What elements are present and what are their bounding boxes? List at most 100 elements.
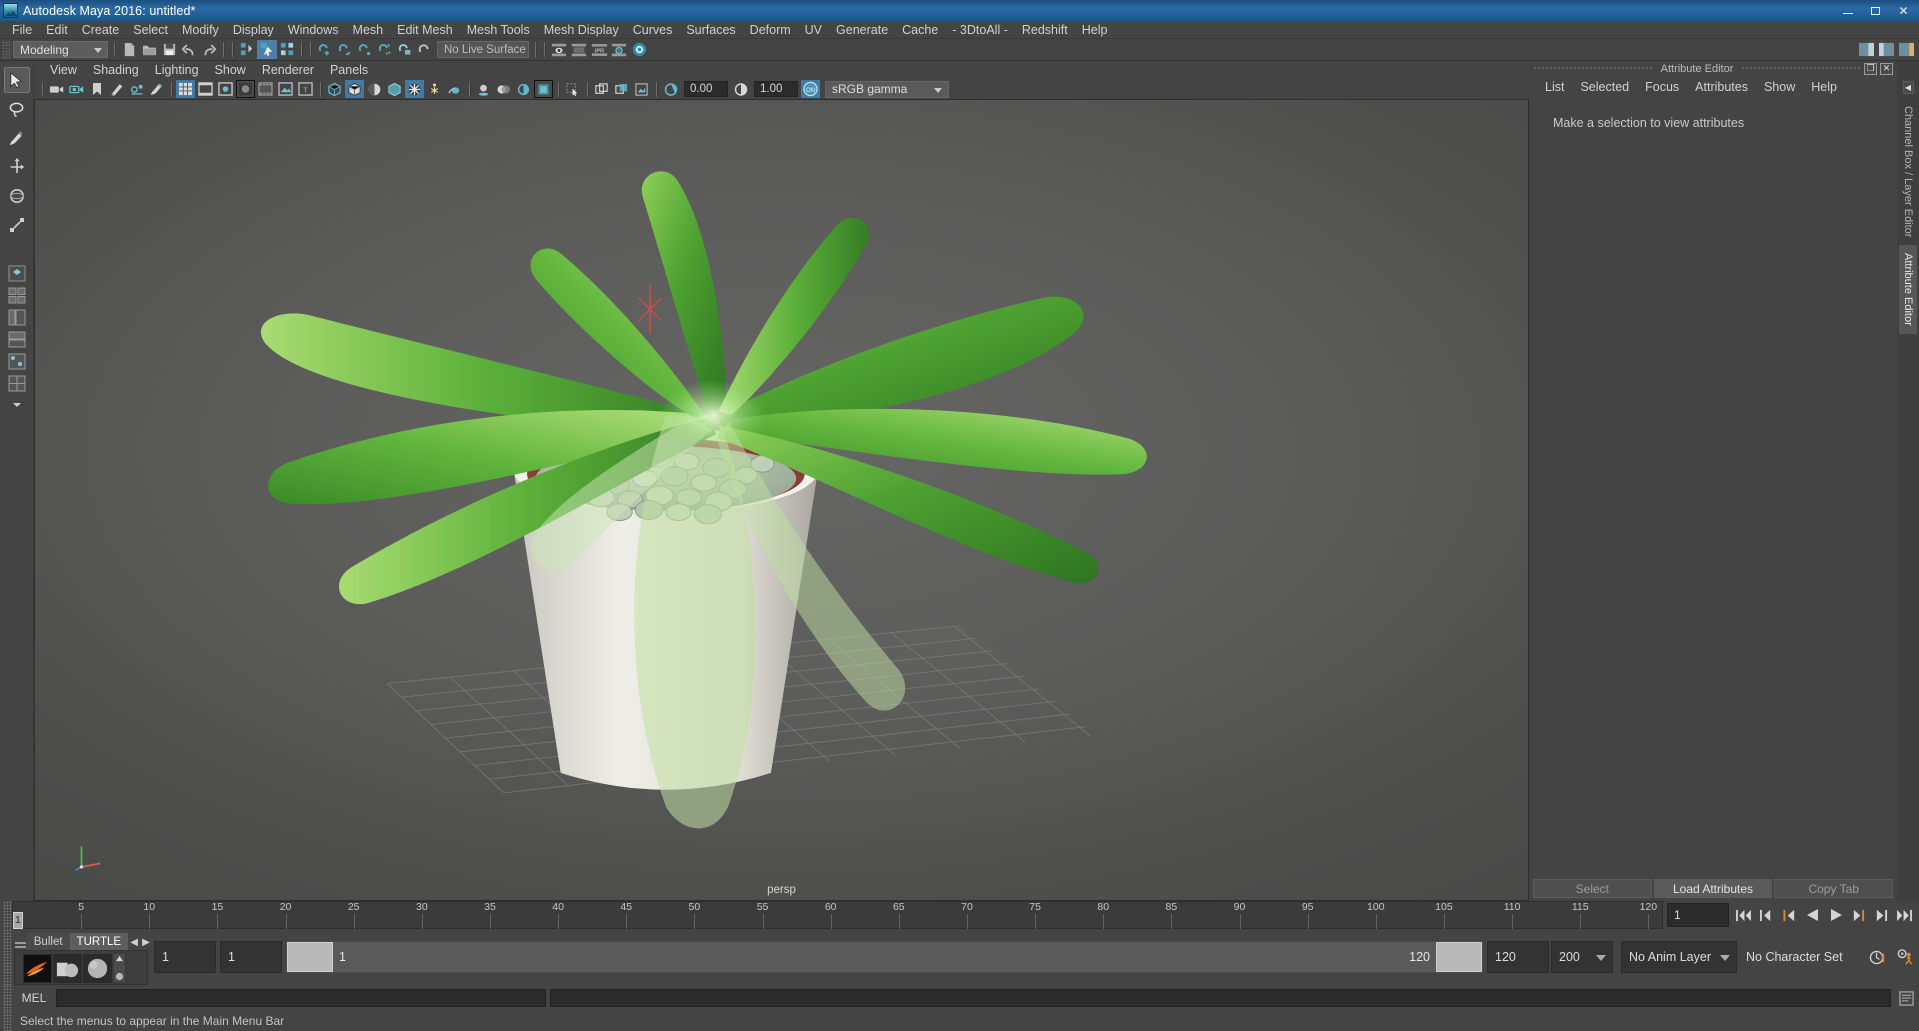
play-backwards-icon[interactable]: [1802, 904, 1823, 926]
persp-hypershade-layout-icon[interactable]: [6, 351, 28, 371]
screen-space-ao-icon[interactable]: [494, 80, 513, 98]
snap-view-plane-icon[interactable]: [395, 40, 415, 59]
shelf-prev-arrow-icon[interactable]: ◀: [128, 934, 140, 950]
motion-blur-icon[interactable]: [514, 80, 533, 98]
menu-mesh-display[interactable]: Mesh Display: [537, 21, 626, 39]
undo-icon[interactable]: [179, 40, 199, 59]
menu-set-selector[interactable]: Modeling: [13, 41, 108, 58]
viewport-menu-shading[interactable]: Shading: [85, 61, 147, 79]
film-gate-icon[interactable]: [196, 80, 215, 98]
smooth-shading-icon[interactable]: [345, 80, 364, 98]
shadows-toggle-icon[interactable]: [474, 80, 493, 98]
attribute-editor-toggle-icon[interactable]: [1856, 40, 1876, 59]
range-start-handle[interactable]: [287, 942, 333, 972]
grease-pencil-icon[interactable]: [147, 80, 166, 98]
shelf-next-arrow-icon[interactable]: ▶: [140, 934, 152, 950]
xray-joints-icon[interactable]: [612, 80, 631, 98]
menu-display[interactable]: Display: [226, 21, 281, 39]
menu-redshift[interactable]: Redshift: [1015, 21, 1075, 39]
turtle-bake-icon[interactable]: [53, 953, 82, 983]
ae-menu-help[interactable]: Help: [1803, 77, 1845, 97]
lasso-select-tool[interactable]: [4, 96, 30, 122]
close-button[interactable]: ✕: [1890, 1, 1917, 20]
help-line-grip[interactable]: [3, 1011, 12, 1031]
play-forwards-icon[interactable]: [1825, 904, 1846, 926]
playback-end-field[interactable]: 120: [1487, 941, 1549, 973]
select-camera-icon[interactable]: [47, 80, 66, 98]
menu-surfaces[interactable]: Surfaces: [679, 21, 742, 39]
shaded-textured-icon[interactable]: [385, 80, 404, 98]
render-view-icon[interactable]: [549, 40, 569, 59]
persp-uv-layout-icon[interactable]: [6, 373, 28, 393]
turtle-render-icon[interactable]: [23, 953, 52, 983]
tab-channel-box-layer-editor[interactable]: Channel Box / Layer Editor: [1899, 98, 1917, 245]
playback-start-field[interactable]: 1: [220, 941, 282, 973]
minimize-button[interactable]: [1834, 1, 1861, 20]
menu-edit[interactable]: Edit: [39, 21, 75, 39]
toolbar-separator[interactable]: [531, 40, 540, 59]
viewport-menu-view[interactable]: View: [42, 61, 85, 79]
ae-menu-selected[interactable]: Selected: [1572, 77, 1637, 97]
end-time-field[interactable]: 200: [1551, 941, 1613, 973]
shelf-scroll-buttons[interactable]: [113, 953, 126, 983]
menu-help[interactable]: Help: [1075, 21, 1115, 39]
gamma-field[interactable]: 1.00: [754, 81, 798, 97]
menu-uv[interactable]: UV: [798, 21, 829, 39]
xray-active-icon[interactable]: [632, 80, 651, 98]
menu-3dtoall[interactable]: - 3DtoAll -: [945, 21, 1015, 39]
menu-generate[interactable]: Generate: [829, 21, 895, 39]
hypershade-icon[interactable]: [629, 40, 649, 59]
bookmark-icon[interactable]: [87, 80, 106, 98]
safe-title-icon[interactable]: T: [296, 80, 315, 98]
exposure-field[interactable]: 0.00: [684, 81, 728, 97]
ipr-render-icon[interactable]: IPR: [589, 40, 609, 59]
scale-tool[interactable]: [4, 212, 30, 238]
collapse-panel-icon[interactable]: ◀: [1902, 81, 1914, 94]
ae-menu-attributes[interactable]: Attributes: [1687, 77, 1756, 97]
toolbar-separator[interactable]: [110, 40, 119, 59]
ae-menu-focus[interactable]: Focus: [1637, 77, 1687, 97]
snap-curve-icon[interactable]: [335, 40, 355, 59]
select-component-icon[interactable]: [277, 40, 297, 59]
menu-deform[interactable]: Deform: [743, 21, 798, 39]
move-tool[interactable]: [4, 154, 30, 180]
range-end-handle[interactable]: [1436, 942, 1482, 972]
film-origin-icon[interactable]: [256, 80, 275, 98]
snap-projected-center-icon[interactable]: [375, 40, 395, 59]
render-settings-icon[interactable]: [609, 40, 629, 59]
panel-drag-dots-right[interactable]: [1741, 66, 1862, 71]
start-time-field[interactable]: 1: [154, 941, 216, 973]
current-frame-field[interactable]: 1: [1667, 903, 1729, 927]
paint-select-tool[interactable]: [4, 125, 30, 151]
shelf-handle-icon[interactable]: [14, 936, 27, 950]
load-attributes-button[interactable]: Load Attributes: [1653, 879, 1773, 898]
persp-graph-layout-icon[interactable]: [6, 329, 28, 349]
multisample-icon[interactable]: [534, 80, 553, 98]
make-live-icon[interactable]: [415, 40, 435, 59]
menu-edit-mesh[interactable]: Edit Mesh: [390, 21, 460, 39]
menu-create[interactable]: Create: [75, 21, 127, 39]
tab-attribute-editor[interactable]: Attribute Editor: [1899, 245, 1917, 335]
camera-attributes-icon[interactable]: [67, 80, 86, 98]
undock-panel-icon[interactable]: ❐: [1864, 62, 1878, 75]
menu-cache[interactable]: Cache: [895, 21, 945, 39]
command-language-label[interactable]: MEL: [12, 991, 56, 1005]
viewport-menu-show[interactable]: Show: [207, 61, 254, 79]
select-tool[interactable]: [3, 67, 30, 93]
command-line-grip[interactable]: [3, 985, 12, 1011]
go-to-end-icon[interactable]: [1894, 904, 1915, 926]
live-surface-field[interactable]: No Live Surface: [437, 41, 529, 58]
snap-point-icon[interactable]: [355, 40, 375, 59]
persp-outliner-layout-icon[interactable]: [6, 307, 28, 327]
range-slider-grip[interactable]: [3, 929, 12, 985]
exposure-icon[interactable]: [661, 80, 680, 98]
go-to-start-icon[interactable]: [1733, 904, 1754, 926]
close-panel-icon[interactable]: ✕: [1880, 62, 1894, 75]
rotate-tool[interactable]: [4, 183, 30, 209]
wireframe-shading-icon[interactable]: [325, 80, 344, 98]
step-forward-frame-icon[interactable]: [1871, 904, 1892, 926]
select-hierarchy-icon[interactable]: [237, 40, 257, 59]
toolbar-separator[interactable]: [219, 40, 228, 59]
copy-tab-button[interactable]: Copy Tab: [1774, 879, 1894, 898]
menu-mesh[interactable]: Mesh: [346, 21, 391, 39]
